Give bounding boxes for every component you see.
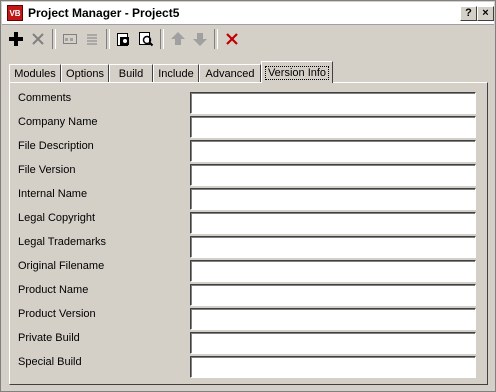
add-icon[interactable]	[5, 28, 27, 50]
list-icon[interactable]	[81, 28, 103, 50]
move-up-icon[interactable]	[167, 28, 189, 50]
file-version-label: File Version	[18, 164, 76, 176]
internal-name-field[interactable]	[190, 188, 476, 210]
special-build-label: Special Build	[18, 356, 82, 368]
comments-field[interactable]	[190, 92, 476, 114]
tab-advanced[interactable]: Advanced	[199, 64, 261, 82]
help-button[interactable]: ?	[460, 6, 477, 21]
tab-options[interactable]: Options	[61, 64, 109, 82]
file-description-field[interactable]	[190, 140, 476, 162]
tab-version-info[interactable]: Version Info	[261, 61, 333, 83]
file-description-label: File Description	[18, 140, 94, 152]
tab-modules[interactable]: Modules	[9, 64, 61, 82]
product-name-field[interactable]	[190, 284, 476, 306]
company-name-field[interactable]	[190, 116, 476, 138]
find-icon[interactable]	[135, 28, 157, 50]
legal-copyright-label: Legal Copyright	[18, 212, 96, 224]
open-icon[interactable]	[113, 28, 135, 50]
special-build-field[interactable]	[190, 356, 476, 378]
private-build-label: Private Build	[18, 332, 80, 344]
comments-label: Comments	[18, 92, 72, 104]
company-name-label: Company Name	[18, 116, 98, 128]
title-bar: VB Project Manager - Project5 ? ×	[2, 2, 494, 25]
toolbar-separator	[52, 29, 56, 49]
product-name-label: Product Name	[18, 284, 89, 296]
window-title: Project Manager - Project5	[28, 6, 180, 20]
product-version-label: Product Version	[18, 308, 96, 320]
app-icon: VB	[7, 5, 23, 21]
remove-icon[interactable]	[27, 28, 49, 50]
close-button[interactable]: ×	[477, 6, 494, 21]
legal-trademarks-label: Legal Trademarks	[18, 236, 107, 248]
product-version-field[interactable]	[190, 308, 476, 330]
private-build-field[interactable]	[190, 332, 476, 354]
toolbar-separator	[106, 29, 110, 49]
tab-include[interactable]: Include	[153, 64, 199, 82]
toolbar-separator	[214, 29, 218, 49]
properties-icon[interactable]	[59, 28, 81, 50]
toolbar	[5, 27, 243, 51]
original-filename-field[interactable]	[190, 260, 476, 282]
project-manager-window: VB Project Manager - Project5 ? × Module…	[0, 0, 496, 392]
move-down-icon[interactable]	[189, 28, 211, 50]
legal-trademarks-field[interactable]	[190, 236, 476, 258]
file-version-field[interactable]	[190, 164, 476, 186]
tab-build[interactable]: Build	[109, 64, 153, 82]
toolbar-separator	[160, 29, 164, 49]
delete-icon[interactable]	[221, 28, 243, 50]
original-filename-label: Original Filename	[18, 260, 105, 272]
internal-name-label: Internal Name	[18, 188, 88, 200]
legal-copyright-field[interactable]	[190, 212, 476, 234]
